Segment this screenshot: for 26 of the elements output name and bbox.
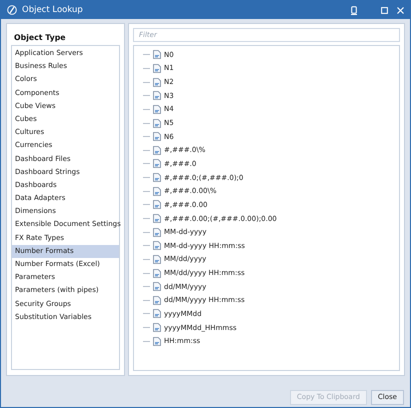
document-icon (153, 268, 161, 278)
document-icon (153, 228, 161, 237)
document-icon (153, 282, 161, 292)
document-icon (153, 64, 161, 73)
document-icon (153, 50, 161, 60)
document-icon (153, 146, 161, 155)
document-icon (153, 104, 161, 114)
logo-icon (7, 5, 17, 15)
document-icon (153, 241, 161, 250)
document-icon (153, 173, 161, 182)
document-icon (153, 132, 161, 142)
document-icon (153, 78, 161, 87)
document-icon (153, 186, 161, 196)
document-icon (153, 214, 161, 223)
document-icon (153, 336, 161, 346)
document-icon (153, 323, 161, 332)
document-icon (153, 118, 161, 128)
window-title: Object Lookup (22, 5, 84, 15)
maximize-icon[interactable] (381, 6, 388, 14)
document-icon (153, 254, 161, 264)
document-icon (153, 200, 161, 210)
document-icon (153, 296, 161, 305)
document-icon (153, 159, 161, 168)
document-icon (153, 309, 161, 318)
close-icon[interactable] (397, 6, 404, 14)
document-icon (153, 91, 161, 100)
